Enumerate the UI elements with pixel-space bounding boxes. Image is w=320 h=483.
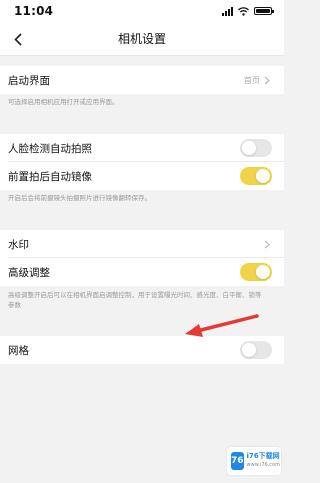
setting-label: 水印 [8,238,29,251]
setting-label: 启动界面 [8,74,50,87]
chevron-left-icon [14,32,22,46]
nav-bar: 相机设置 [0,22,284,56]
setting-label: 网格 [8,344,29,357]
startup-value: 首页 [244,75,260,85]
setting-watermark[interactable]: 水印 [0,230,284,258]
status-bar: 11:04 [0,0,284,22]
setting-label: 高级调整 [8,266,50,279]
face-capture-toggle[interactable] [240,139,272,157]
site-logo: 76 [231,452,244,470]
setting-label: 前置拍后自动镜像 [8,170,92,183]
setting-startup-screen[interactable]: 启动界面 首页 [0,66,284,94]
advanced-hint: 高级调整开启后可以在相机界面启调整控制，用于设置曝光时间、感光度、白平衡、锁等参… [8,291,262,309]
setting-front-mirror: 前置拍后自动镜像 [0,162,284,190]
front-mirror-toggle[interactable] [240,167,272,185]
setting-face-capture: 人脸检测自动拍照 [0,134,284,162]
advanced-toggle[interactable] [240,263,272,281]
signal-icon [222,6,233,16]
setting-label: 人脸检测自动拍照 [8,142,92,155]
page-title: 相机设置 [117,32,166,46]
site-watermark: 76 i76下载网 www.i76.com [227,447,281,475]
battery-icon [254,7,274,15]
setting-grid: 网格 [0,336,284,364]
grid-toggle[interactable] [240,341,272,359]
setting-advanced: 高级调整 [0,258,284,286]
mirror-hint: 开启后会将前摄镜头拍摄照片进行镜像翻转保存。 [8,194,151,202]
site-url: www.i76.com [246,462,280,468]
site-name: i76下载网 [246,452,280,460]
chevron-right-icon [264,75,272,85]
startup-hint: 可选择启用相机应用打开或应用界面。 [8,98,119,106]
wifi-icon [238,6,249,16]
back-button[interactable] [6,27,30,51]
chevron-right-icon [264,239,272,249]
status-time: 11:04 [14,4,54,18]
status-icons [222,6,274,16]
